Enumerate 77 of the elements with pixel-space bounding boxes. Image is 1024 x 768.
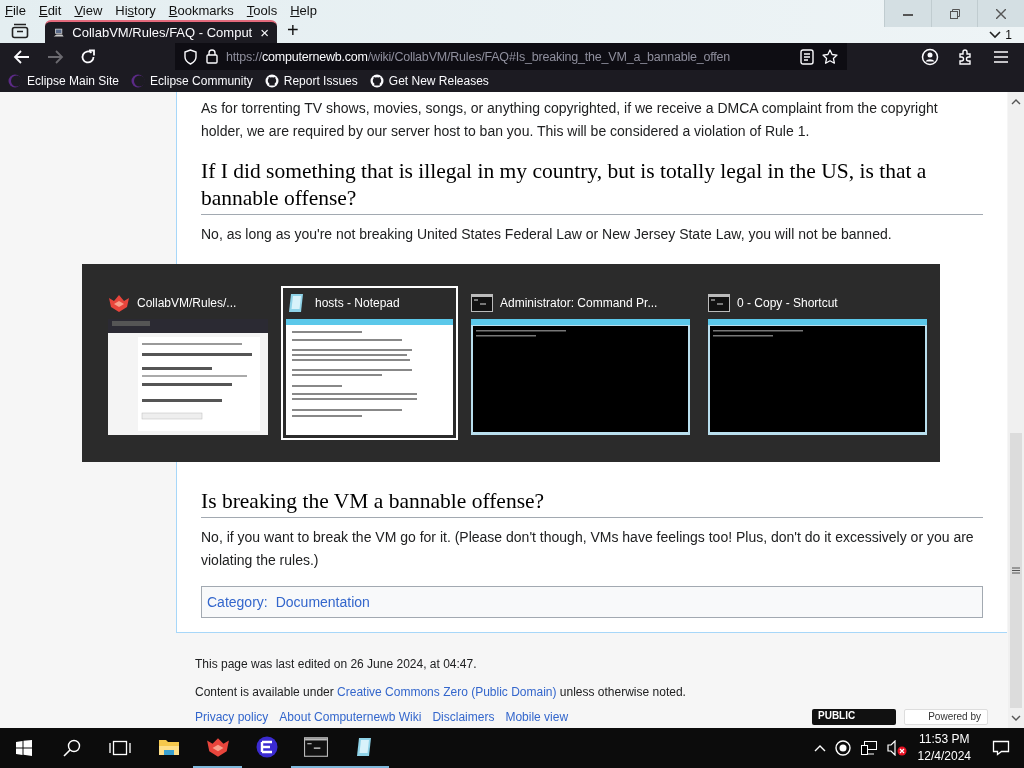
scroll-down-icon[interactable] [1011, 714, 1021, 722]
last-edited-text: This page was last edited on 26 June 2024, at 04:47. [195, 657, 478, 672]
footer-link[interactable]: Disclaimers [432, 710, 495, 724]
lock-icon[interactable] [206, 49, 218, 64]
account-icon[interactable] [921, 47, 939, 66]
menu-item[interactable]: Help [290, 2, 317, 18]
bookmark[interactable]: Eclipse Community [131, 74, 253, 88]
menu-item[interactable]: Edit [38, 2, 62, 18]
console-icon [303, 737, 328, 757]
close-tab-button[interactable]: × [260, 24, 269, 41]
tab-count: 1 [1005, 28, 1012, 42]
window-title: hosts - Notepad [315, 296, 400, 310]
paragraph: As for torrenting TV shows, movies, songs, or anything copyrighted, if we receive a DMCA complaint from the copyright holder, we are required by our server host to ban you. This will be considered a violation of Rule 1. [201, 99, 939, 141]
network-icon[interactable] [859, 740, 878, 756]
category-link[interactable]: Category: [207, 594, 268, 610]
restore-button[interactable] [930, 0, 978, 27]
menu-item[interactable]: History [115, 2, 156, 18]
address-bar[interactable]: https://computernewb.com/wiki/CollabVM/Rules/FAQ#Is_breaking_the_VM_a_bannable_offen [175, 43, 847, 70]
crescent-icon [8, 74, 22, 88]
fox-icon [108, 294, 130, 312]
window-title: Administrator: Command Pr... [500, 296, 658, 310]
window-preview[interactable]: Administrator: Command Pr... [466, 286, 695, 440]
section-heading: If I did something that is illegal in my country, but is totally legal in the US, is that a bannable offense? [201, 158, 983, 215]
restore-icon [949, 8, 960, 19]
window-title: 0 - Copy - Shortcut [737, 296, 838, 310]
bookmark[interactable]: Eclipse Main Site [8, 74, 120, 88]
menu-item[interactable]: File [5, 2, 26, 18]
star-icon[interactable] [822, 48, 838, 65]
category-link[interactable]: Documentation [275, 594, 370, 610]
url-text: https://computernewb.com/wiki/CollabVM/Rules/FAQ#Is_breaking_the_VM_a_bannable_offen [226, 49, 732, 64]
window-preview[interactable]: 0 - Copy - Shortcut [703, 286, 932, 440]
reload-icon[interactable] [79, 47, 97, 66]
license-text: Content is available under Creative Commons Zero (Public Domain) unless otherwise noted. [195, 685, 687, 700]
menu-icon[interactable] [993, 49, 1009, 64]
record-icon[interactable] [834, 740, 851, 756]
window-preview[interactable]: hosts - Notepad [281, 286, 458, 440]
paragraph: No, if you want to break the VM go for it. (Please don't though, VMs have feelings too! Plus, don't do it excessively or you are violating the rules.) [201, 528, 975, 570]
window-title: CollabVM/Rules/... [137, 296, 237, 310]
close-icon [996, 8, 1007, 19]
menu-item[interactable]: Bookmarks [168, 2, 234, 18]
back-icon[interactable] [13, 48, 31, 65]
bookmark[interactable]: Report Issues [264, 74, 358, 88]
chevron-up-icon[interactable] [813, 744, 826, 752]
console-icon [471, 294, 493, 312]
volume-icon[interactable] [886, 740, 907, 756]
footer-link[interactable]: About Computernewb Wiki [279, 710, 422, 724]
paragraph: No, as long as you're not breaking United States Federal Law or New Jersey State Law, you will not be banned. [201, 225, 893, 244]
footer-link[interactable]: Privacy policy [195, 710, 269, 724]
mediawiki-badge[interactable]: Powered by [904, 709, 988, 725]
clock-date[interactable]: 12/4/2024 [917, 748, 971, 765]
github-icon [369, 74, 384, 88]
section-heading: Is breaking the VM a bannable offense? [201, 488, 983, 518]
fox-icon [205, 737, 230, 757]
scroll-thumb[interactable] [1010, 432, 1022, 708]
bookmark[interactable]: Get New Releases [369, 74, 489, 88]
menu-item[interactable]: Tools [246, 2, 278, 18]
public-domain-badge[interactable]: PUBLIC [812, 709, 896, 725]
browser-tab[interactable]: CollabVM/Rules/FAQ - Comput × [45, 20, 277, 43]
menu-item[interactable]: View [74, 2, 103, 18]
scrollbar[interactable] [1008, 92, 1024, 728]
footer-link[interactable]: Mobile view [505, 710, 569, 724]
license-link[interactable]: Creative Commons Zero (Public Domain) [337, 685, 557, 699]
circle-logo-icon [255, 736, 278, 758]
window-preview[interactable]: CollabVM/Rules/... [103, 286, 273, 440]
scroll-up-icon[interactable] [1011, 98, 1021, 106]
new-tab-button[interactable]: + [287, 19, 299, 42]
notification-icon[interactable] [992, 740, 1010, 756]
tab-list-icon[interactable] [11, 23, 29, 39]
folder-icon [157, 737, 180, 757]
shield-icon[interactable] [183, 48, 198, 65]
clock-time[interactable]: 11:53 PM [919, 731, 970, 748]
crescent-icon [131, 74, 146, 88]
tab-title: CollabVM/Rules/FAQ - Comput [72, 25, 253, 40]
reader-view-icon[interactable] [800, 48, 814, 65]
github-icon [264, 74, 279, 88]
chevron-down-icon[interactable] [989, 31, 1002, 39]
console-icon [708, 294, 730, 312]
